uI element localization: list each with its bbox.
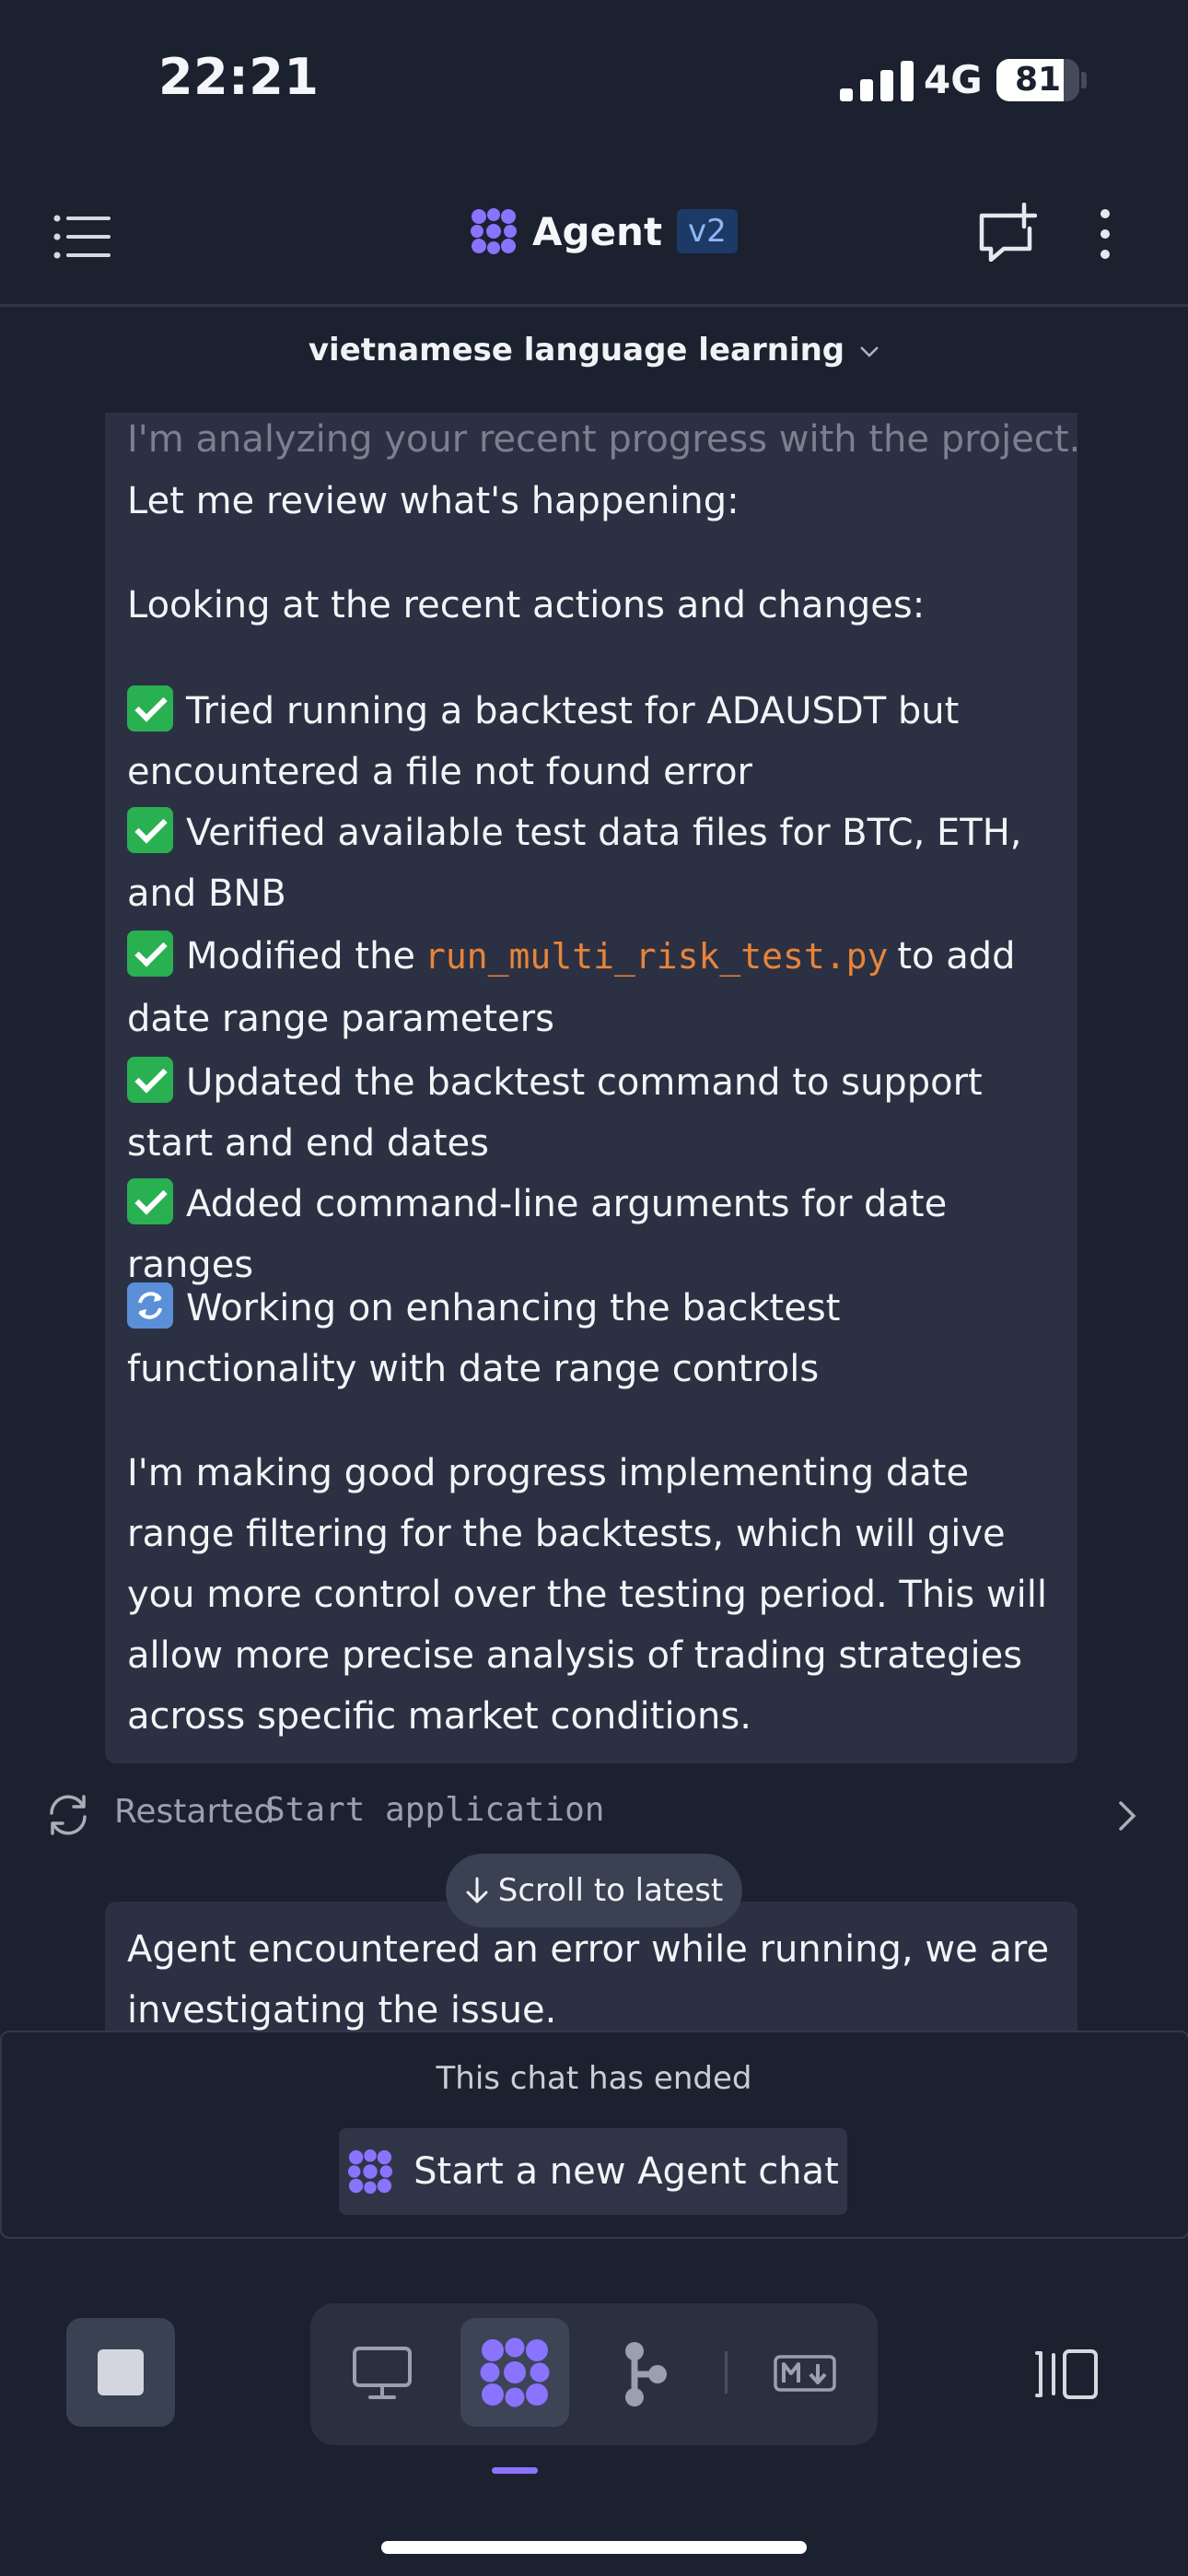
- project-name: vietnamese language learning: [308, 332, 845, 369]
- menu-icon[interactable]: [53, 214, 111, 260]
- check-icon: [127, 1178, 173, 1224]
- list-item: Modified the run_multi_risk_test.py to add…: [127, 925, 1057, 1050]
- chevron-right-icon[interactable]: [1116, 1800, 1138, 1832]
- message-summary: I'm making good progress implementing da…: [127, 1452, 1047, 1738]
- version-badge: v2: [677, 209, 738, 253]
- tab-divider: [725, 2351, 728, 2394]
- page-title: Agent: [532, 208, 663, 254]
- event-command[interactable]: Start application: [265, 1791, 604, 1829]
- error-message: Agent encountered an error while running…: [127, 1928, 1050, 2032]
- inline-code: run_multi_risk_test.py: [425, 936, 889, 977]
- active-tab-indicator: [492, 2467, 538, 2474]
- agent-icon[interactable]: [479, 2336, 551, 2408]
- panels-icon[interactable]: [1033, 2348, 1100, 2401]
- stop-icon: [98, 2349, 144, 2395]
- network-type: 4G: [924, 57, 983, 102]
- check-icon: [127, 931, 173, 977]
- project-selector[interactable]: vietnamese language learning: [0, 332, 1188, 369]
- agent-logo-icon: [471, 208, 517, 254]
- check-icon: [127, 807, 173, 853]
- desktop-icon[interactable]: [352, 2346, 413, 2401]
- message-line: Let me review what's happening:: [127, 480, 740, 522]
- restart-icon: [50, 1795, 87, 1835]
- markdown-icon[interactable]: [774, 2355, 836, 2392]
- battery-tip: [1081, 72, 1087, 88]
- battery-icon: 81: [996, 59, 1079, 101]
- home-indicator: [381, 2541, 807, 2554]
- chat-ended-text: This chat has ended: [436, 2060, 752, 2097]
- scroll-to-latest-button[interactable]: Scroll to latest: [446, 1854, 742, 1927]
- check-icon: [127, 1057, 173, 1103]
- status-time: 22:21: [158, 48, 320, 106]
- more-vertical-icon[interactable]: [1094, 208, 1116, 260]
- message-intro: Looking at the recent actions and change…: [127, 584, 926, 626]
- check-icon: [127, 685, 173, 732]
- agent-logo-icon: [348, 2149, 393, 2195]
- arrow-down-icon: [466, 1877, 488, 1903]
- git-icon[interactable]: [621, 2340, 670, 2408]
- message-faded-line: I'm analyzing your recent progress with …: [127, 418, 1081, 461]
- list-item: Working on enhancing the backtest functi…: [127, 1278, 1057, 1399]
- in-progress-icon: [127, 1282, 173, 1329]
- list-item: Tried running a backtest for ADAUSDT but…: [127, 681, 1057, 802]
- event-label: Restarted: [114, 1793, 275, 1831]
- list-item: Verified available test data files for B…: [127, 802, 1057, 924]
- battery-percent: 81: [1014, 61, 1062, 99]
- agent-title: Agent v2: [470, 207, 738, 255]
- signal-icon: [840, 61, 914, 101]
- list-item: Updated the backtest command to support …: [127, 1052, 1057, 1174]
- new-chat-icon[interactable]: [976, 203, 1037, 262]
- chevron-down-icon: [860, 345, 879, 357]
- start-new-agent-chat-button[interactable]: Start a new Agent chat: [339, 2128, 847, 2215]
